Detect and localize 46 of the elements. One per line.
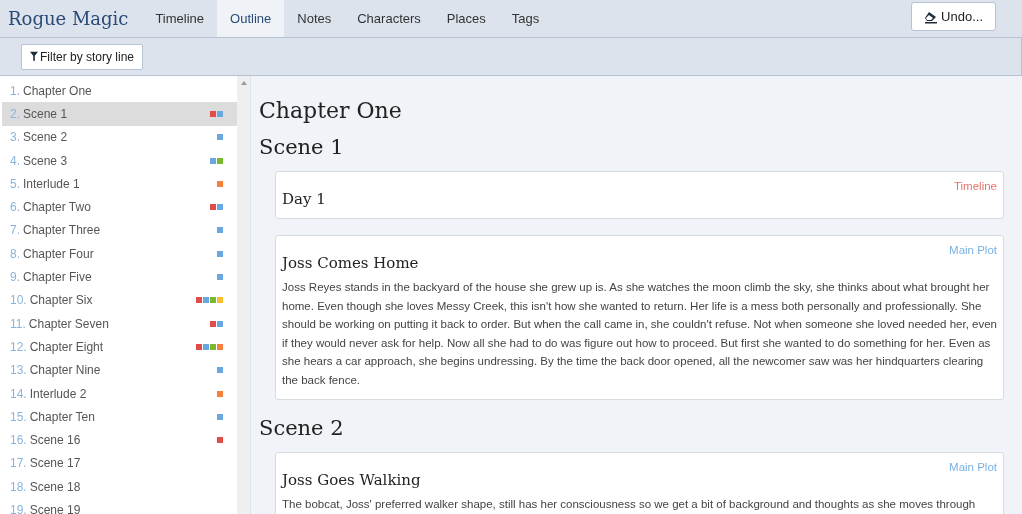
outline-item[interactable]: 13. Chapter Nine [2, 358, 237, 382]
outline-item[interactable]: 12. Chapter Eight [2, 335, 237, 359]
filter-button[interactable]: Filter by story line [21, 43, 144, 70]
card-text: The bobcat, Joss' preferred walker shape, still has her consciousness so we get a bit of background and thoughts as she moves through [282, 497, 977, 512]
outline-item[interactable]: 1. Chapter One [2, 79, 237, 103]
nav-tab[interactable]: Outline [217, 0, 285, 37]
event-card[interactable] [275, 235, 1004, 400]
filter-icon [30, 51, 38, 62]
scrollbar[interactable] [237, 76, 250, 514]
nav-tab[interactable]: Characters [344, 0, 434, 37]
outline-item[interactable]: 8. Chapter Four [2, 242, 237, 266]
nav-tab[interactable]: Notes [284, 0, 345, 37]
outline-item[interactable]: 11. Chapter Seven [2, 311, 237, 336]
outline-item[interactable]: 3. Scene 2 [2, 125, 237, 149]
outline-item[interactable]: 2. Scene 1 [2, 102, 237, 126]
story-line-label: Timeline [953, 180, 997, 192]
outline-item[interactable]: 5. Interlude 1 [2, 172, 237, 196]
nav-tab[interactable]: Places [433, 0, 499, 37]
story-line-label: Main Plot [949, 244, 997, 256]
outline-item[interactable]: 6. Chapter Two [2, 195, 237, 219]
outline-item[interactable]: 7. Chapter Three [2, 218, 237, 243]
outline-item[interactable]: 16. Scene 16 [2, 428, 237, 452]
outline-item[interactable]: 9. Chapter Five [2, 265, 237, 289]
card-title: Day 1 [282, 190, 326, 208]
scroll-up-icon [240, 81, 247, 85]
outline-item[interactable]: 17. Scene 17 [2, 451, 237, 476]
chapter-heading: Chapter One [259, 98, 403, 123]
outline-item[interactable]: 14. Interlude 2 [2, 381, 237, 406]
outline-item[interactable]: 18. Scene 18 [2, 475, 237, 499]
outline-item[interactable]: 19. Scene 19 [2, 498, 237, 514]
nav-tab[interactable]: Tags [498, 0, 553, 37]
scene-heading: Scene 2 [259, 416, 345, 440]
outline-item[interactable]: 10. Chapter Six [2, 288, 237, 312]
nav-tab[interactable]: Timeline [142, 0, 218, 37]
event-card[interactable]: Joss Goes Walking Main Plot The bobcat, Joss' preferred walker shape, still has her consciousness so we get a bit of background and thoughts as she moves through [275, 452, 1004, 514]
card-title: Joss Comes Home [282, 254, 419, 272]
event-card[interactable]: Day 1 Timeline [275, 171, 1004, 219]
outline-item[interactable]: 15. Chapter Ten [2, 405, 237, 429]
eraser-icon [924, 9, 939, 24]
app-title: Rogue Magic [7, 7, 130, 31]
outline-item[interactable]: 4. Scene 3 [2, 148, 237, 173]
scene-heading: Scene 1 [259, 135, 345, 159]
card-text: Joss Reyes stands in the backyard of the house she grew up is. As she watches the moon climb the sky, she thinks about what brought her home. Even though she loves Messy Creek, this isn't how she wanted to return. Her life is a mess both personally and professionally. She should be working on putting it back to order. But when the call came in, she couldn't refuse. Not when someone she loved needed her, even if they would never ask for help. Now all she had to do was figure out how to proceed. But first she wanted to do something for her. Even as she hears a car approach, she begins undressing. By the time the back door opened, all the newcomer saw was her hindquarters clearing the back fence. [282, 280, 997, 388]
story-line-label: Main Plot [949, 461, 997, 473]
undo-button[interactable]: Undo... [911, 2, 996, 31]
card-title: Joss Goes Walking [282, 471, 421, 489]
